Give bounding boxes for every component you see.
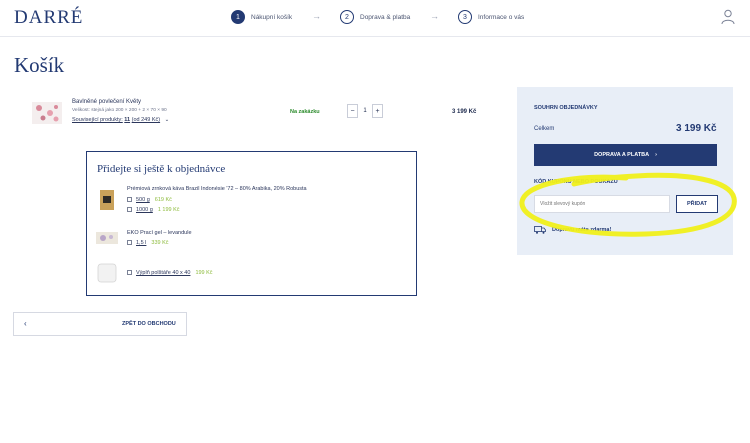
free-shipping-notice: Dopravu máte zdarma! (534, 226, 611, 234)
option-size: 1000 g (136, 207, 153, 213)
total-label: Celkem (534, 126, 555, 132)
option-checkbox[interactable] (127, 207, 132, 213)
related-count: 11 (124, 117, 131, 123)
pillow-image[interactable] (96, 262, 118, 284)
detergent-image[interactable] (95, 229, 119, 247)
order-summary: SOUHRN OBJEDNÁVKY Celkem 3 199 Kč DOPRAV… (517, 87, 733, 255)
coupon-input[interactable] (534, 195, 670, 213)
back-label: ZPĚT DO OBCHODU (122, 321, 176, 327)
product-image[interactable] (30, 99, 64, 127)
option-price: 619 Kč (154, 197, 172, 203)
upsell-option[interactable]: Výplň polštáře 40 x 40 199 Kč (127, 270, 213, 276)
upsell-option[interactable]: 1,5 l 339 Kč (127, 240, 169, 246)
back-to-shop-button[interactable]: ‹ ZPĚT DO OBCHODU (13, 312, 187, 336)
user-icon[interactable] (721, 9, 735, 25)
related-prefix: Související produkty: (72, 117, 123, 123)
stock-status: Na zakázku (290, 109, 320, 115)
coffee-bag-image[interactable] (97, 188, 117, 212)
step-label: Informace o vás (478, 13, 525, 21)
coupon-add-button[interactable]: PŘIDAT (676, 195, 718, 213)
step-number: 3 (458, 10, 472, 24)
step-info[interactable]: 3 Informace o vás (458, 10, 524, 24)
upsell-title: Přidejte si ještě k objednávce (97, 163, 226, 175)
option-price: 1 199 Kč (157, 207, 180, 213)
option-checkbox[interactable] (127, 270, 132, 276)
qty-plus-button[interactable]: + (372, 104, 383, 118)
option-size: 500 g (136, 197, 150, 203)
qty-value[interactable]: 1 (358, 108, 372, 114)
chevron-right-icon: › (655, 152, 657, 158)
related-from: (od 249 Kč) (131, 117, 161, 123)
line-price: 3 199 Kč (452, 109, 477, 115)
step-cart[interactable]: 1 Nákupní košík (231, 10, 292, 24)
product-size: Velikost: stejná jako 200 × 200 + 2 × 70… (72, 108, 167, 113)
coupon-title: KÓD KUPONU NEBO POUKAZU (534, 179, 618, 185)
total-price: 3 199 Kč (676, 123, 717, 134)
header: DARRÉ 1 Nákupní košík → 2 Doprava & plat… (0, 0, 750, 37)
upsell-product-name[interactable]: EKO Prací gel – levandule (127, 230, 192, 236)
free-shipping-text: Dopravu máte zdarma! (552, 227, 612, 233)
option-checkbox[interactable] (127, 197, 132, 203)
related-products-link[interactable]: Související produkty: 11 (od 249 Kč) ⌄ (72, 117, 169, 123)
quantity-stepper: − 1 + (347, 104, 383, 118)
truck-icon (534, 226, 546, 234)
chevron-left-icon: ‹ (24, 319, 27, 328)
page-title: Košík (14, 53, 65, 77)
option-size: Výplň polštáře 40 x 40 (136, 270, 191, 276)
chevron-down-icon: ⌄ (164, 117, 170, 123)
arrow-right-icon: → (430, 11, 439, 21)
checkout-button[interactable]: DOPRAVA A PLATBA › (534, 144, 717, 166)
summary-title: SOUHRN OBJEDNÁVKY (534, 105, 598, 111)
step-label: Nákupní košík (251, 13, 293, 21)
step-number: 2 (340, 10, 354, 24)
step-label: Doprava & platba (360, 13, 411, 21)
product-name[interactable]: Bavlněné povlečení Květy (72, 99, 141, 105)
step-number: 1 (231, 10, 245, 24)
option-price: 339 Kč (151, 240, 169, 246)
option-size: 1,5 l (136, 240, 147, 246)
option-checkbox[interactable] (127, 240, 132, 246)
checkout-label: DOPRAVA A PLATBA (594, 152, 650, 158)
logo[interactable]: DARRÉ (14, 7, 83, 29)
upsell-option[interactable]: 500 g 619 Kč (127, 197, 172, 203)
option-price: 199 Kč (195, 270, 213, 276)
upsell-product-name[interactable]: Prémiová zrnková káva Brazil Indonésie '… (127, 186, 307, 192)
arrow-right-icon: → (312, 11, 321, 21)
upsell-option[interactable]: 1000 g 1 199 Kč (127, 207, 180, 213)
step-shipping[interactable]: 2 Doprava & platba (340, 10, 410, 24)
qty-minus-button[interactable]: − (347, 104, 358, 118)
upsell-box: Přidejte si ještě k objednávce Prémiová … (86, 151, 417, 296)
